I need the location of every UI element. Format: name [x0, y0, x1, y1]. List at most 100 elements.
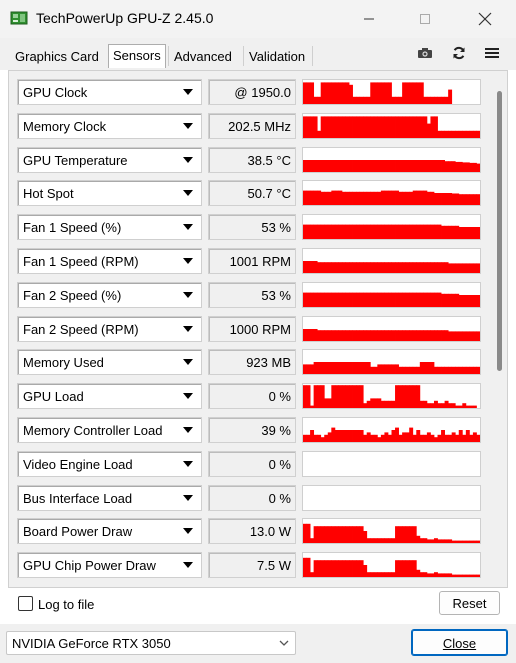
sensor-name: Memory Used: [23, 355, 104, 370]
graph-bar: [419, 224, 424, 239]
graph-bar: [395, 427, 399, 442]
graph-bar: [476, 194, 480, 205]
graph-bar: [476, 574, 480, 577]
graph-bar: [310, 405, 315, 408]
graph-bar: [377, 116, 382, 138]
tab-validation[interactable]: Validation: [245, 46, 309, 68]
sensor-name-dropdown[interactable]: Bus Interface Load: [17, 485, 202, 511]
sensor-name-dropdown[interactable]: GPU Chip Power Draw: [17, 552, 202, 578]
graph-bar: [341, 82, 346, 104]
graph-bar: [462, 130, 467, 138]
graph-bar: [373, 330, 378, 341]
graph-bar: [419, 190, 424, 205]
sensor-name-dropdown[interactable]: Memory Used: [17, 349, 202, 375]
graph-bar: [359, 224, 364, 239]
graph-bar: [349, 160, 353, 172]
graph-bar: [359, 292, 364, 307]
minimize-button[interactable]: [346, 0, 392, 38]
graph-bar: [331, 160, 336, 172]
graph-bar: [430, 403, 435, 408]
sensor-name-dropdown[interactable]: GPU Temperature: [17, 147, 202, 173]
tab-sensors[interactable]: Sensors: [108, 44, 166, 68]
graph-bar: [458, 405, 463, 408]
graph-bar: [416, 569, 421, 577]
tab-separator: [243, 46, 244, 66]
graph-bar: [303, 160, 307, 172]
graph-bar: [423, 190, 428, 205]
sensor-name-dropdown[interactable]: Hot Spot: [17, 180, 202, 206]
graph-bar: [472, 540, 477, 543]
refresh-button[interactable]: [450, 45, 468, 61]
graph-bar: [437, 403, 442, 408]
sensor-name-dropdown[interactable]: Fan 1 Speed (RPM): [17, 248, 202, 274]
scrollbar-thumb[interactable]: [497, 91, 502, 371]
sensor-name-dropdown[interactable]: Fan 1 Speed (%): [17, 214, 202, 240]
graph-bar: [341, 330, 346, 341]
sensor-name-dropdown[interactable]: Fan 2 Speed (%): [17, 282, 202, 308]
graph-bar: [412, 434, 417, 442]
sensor-name-dropdown[interactable]: GPU Load: [17, 383, 202, 409]
graph-bar: [387, 190, 392, 205]
screenshot-button[interactable]: [416, 45, 434, 61]
graph-bar: [349, 526, 353, 543]
graph-bar: [352, 526, 357, 543]
graph-bar: [313, 362, 318, 374]
tab-advanced[interactable]: Advanced: [170, 46, 236, 68]
sensor-graph: [302, 79, 481, 105]
graph-bar: [331, 190, 336, 205]
menu-button[interactable]: [483, 45, 501, 61]
graph-bar: [391, 224, 396, 239]
graph-bar: [476, 227, 480, 239]
tab-graphics-card[interactable]: Graphics Card: [11, 46, 103, 68]
graph-bar: [334, 160, 339, 172]
graph-bar: [387, 224, 392, 239]
graph-bar: [472, 227, 477, 239]
graph-bar: [349, 191, 353, 205]
graph-bar: [334, 190, 339, 205]
dropdown-arrow-icon: [183, 461, 193, 467]
graph-bar: [458, 130, 463, 138]
graph-bar: [430, 539, 435, 543]
sensor-value: 38.5 °C: [208, 147, 296, 173]
graph-bar: [341, 191, 346, 205]
dropdown-arrow-icon: [183, 359, 193, 365]
sensor-scrollbar[interactable]: [496, 85, 502, 585]
sensor-name-dropdown[interactable]: Memory Clock: [17, 113, 202, 139]
graph-bar: [324, 526, 329, 543]
gpu-select[interactable]: NVIDIA GeForce RTX 3050: [6, 631, 296, 655]
graph-bar: [352, 224, 357, 239]
sensor-graph: [302, 180, 481, 206]
graph-bar: [303, 434, 307, 442]
graph-bar: [426, 123, 431, 138]
sensor-name-dropdown[interactable]: Video Engine Load: [17, 451, 202, 477]
graph-bar: [334, 262, 339, 273]
sensor-name-dropdown[interactable]: Board Power Draw: [17, 518, 202, 544]
graph-bar: [437, 539, 442, 543]
graph-bar: [377, 160, 382, 172]
sensor-name-dropdown[interactable]: GPU Clock: [17, 79, 202, 105]
graph-bar: [465, 162, 470, 172]
graph-bar: [377, 292, 382, 307]
graph-bar: [317, 190, 322, 205]
sensor-name-dropdown[interactable]: Memory Controller Load: [17, 417, 202, 443]
graph-bar: [313, 526, 318, 543]
maximize-button[interactable]: [402, 0, 448, 38]
reset-button[interactable]: Reset: [439, 591, 500, 615]
graph-bar: [395, 526, 399, 543]
log-to-file-label[interactable]: Log to file: [38, 597, 94, 612]
graph-bar: [313, 160, 318, 172]
graph-bar: [310, 116, 315, 138]
graph-bar: [405, 385, 410, 408]
graph-bar: [412, 224, 417, 239]
graph-bar: [409, 224, 414, 239]
close-window-button[interactable]: [462, 0, 508, 38]
sensor-name-dropdown[interactable]: Fan 2 Speed (RPM): [17, 316, 202, 342]
close-button[interactable]: Close: [411, 629, 508, 656]
graph-bar: [359, 160, 364, 172]
log-to-file-checkbox[interactable]: [18, 596, 33, 611]
graph-bar: [331, 292, 336, 307]
graph-bar: [373, 538, 378, 543]
sensor-name: GPU Temperature: [23, 153, 128, 168]
graph-bar: [338, 116, 343, 138]
graph-bar: [317, 160, 322, 172]
